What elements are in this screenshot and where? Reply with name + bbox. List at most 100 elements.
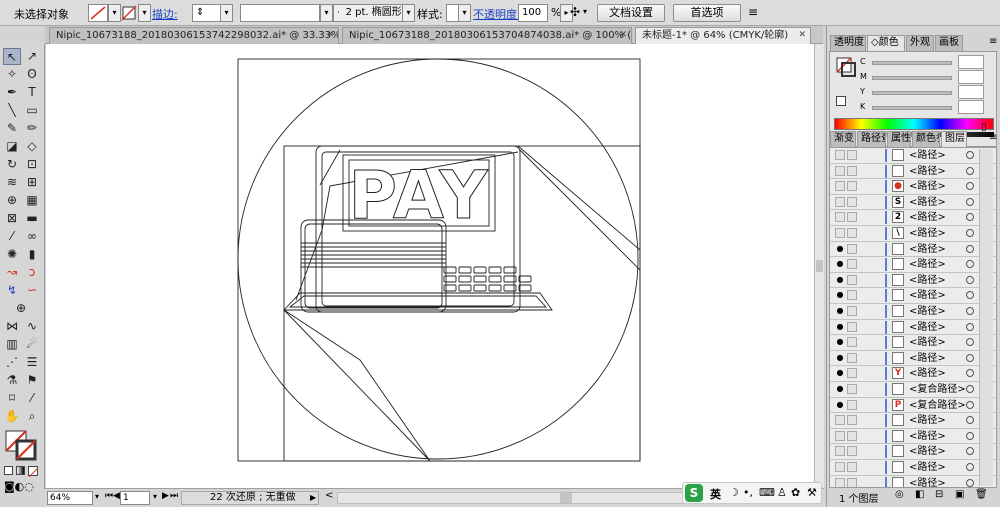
- symbol-sprayer-tool-icon[interactable]: ✺: [3, 246, 21, 263]
- visibility-toggle[interactable]: [835, 430, 845, 441]
- target-circle-icon[interactable]: [966, 213, 974, 222]
- eye-icon[interactable]: ●: [835, 290, 845, 300]
- tab-appearance[interactable]: 外观: [906, 35, 934, 51]
- visibility-toggle[interactable]: [835, 415, 845, 426]
- zoom-field[interactable]: 64%: [47, 491, 93, 505]
- layer-row[interactable]: ● <路径>: [830, 241, 996, 258]
- lock-toggle[interactable]: [847, 196, 857, 207]
- eye-icon[interactable]: ●: [835, 322, 845, 332]
- pen-tool-icon[interactable]: ✒: [3, 84, 21, 101]
- panel-menu-icon[interactable]: ≡: [989, 36, 997, 47]
- lock-toggle[interactable]: [847, 384, 857, 394]
- tab-attributes[interactable]: 属性: [887, 131, 911, 147]
- blend-tool-icon[interactable]: ∞: [23, 228, 41, 245]
- column-graph-tool-icon[interactable]: ▮: [23, 246, 41, 263]
- eye-icon[interactable]: ●: [835, 337, 845, 347]
- recolor-icon[interactable]: ✣: [570, 5, 580, 19]
- layer-row[interactable]: <路径>: [830, 148, 996, 164]
- lock-toggle[interactable]: [847, 306, 857, 316]
- visibility-toggle[interactable]: [835, 228, 845, 238]
- target-circle-icon[interactable]: [966, 478, 974, 487]
- target-circle-icon[interactable]: [966, 197, 974, 206]
- target-circle-icon[interactable]: [966, 400, 974, 409]
- visibility-toggle[interactable]: [835, 181, 845, 192]
- lock-toggle[interactable]: [847, 228, 857, 238]
- panel-menu-icon[interactable]: ≡: [989, 132, 997, 143]
- mesh-tool-icon[interactable]: ⊠: [3, 210, 21, 227]
- lock-toggle[interactable]: [847, 462, 857, 472]
- visibility-toggle[interactable]: [835, 150, 845, 160]
- visibility-toggle[interactable]: [835, 462, 845, 472]
- target-circle-icon[interactable]: [966, 431, 974, 440]
- target-circle-icon[interactable]: [966, 353, 974, 362]
- visibility-toggle[interactable]: [835, 477, 845, 487]
- tab-pathfinder[interactable]: 路径查: [857, 131, 886, 147]
- layer-row[interactable]: <路径>: [830, 475, 996, 487]
- layer-row[interactable]: <路径>: [830, 428, 996, 445]
- lock-toggle[interactable]: [847, 415, 857, 426]
- target-circle-icon[interactable]: [966, 182, 974, 191]
- crop-tool-icon[interactable]: ⌑: [3, 390, 21, 407]
- tab-layers[interactable]: 图层: [941, 131, 967, 147]
- tab-document-1[interactable]: Nipic_10673188_20180306153742298032.ai* …: [49, 27, 339, 44]
- stroke-dropdown[interactable]: ▾: [138, 4, 151, 22]
- target-circle-icon[interactable]: [966, 338, 974, 347]
- layer-row[interactable]: ● Y <路径>: [830, 366, 996, 382]
- layer-row[interactable]: <路径>: [830, 163, 996, 180]
- tab-color-guide[interactable]: 颜色参: [912, 131, 940, 147]
- lock-toggle[interactable]: [847, 150, 857, 160]
- target-circle-icon[interactable]: [966, 447, 974, 456]
- target-circle-icon[interactable]: [966, 260, 974, 269]
- gradient-mode-icon[interactable]: [16, 466, 25, 475]
- white-swatch-icon[interactable]: ▯: [981, 122, 987, 133]
- target-circle-icon[interactable]: [966, 385, 974, 393]
- next-page-icon[interactable]: ▶: [162, 491, 169, 501]
- tab-document-2[interactable]: Nipic_10673188_20180306153704874038.ai* …: [342, 27, 632, 44]
- lock-toggle[interactable]: [847, 430, 857, 441]
- live-paint-tool-icon[interactable]: ⚗: [3, 372, 21, 389]
- tab-document-3[interactable]: 未标题-1* @ 64% (CMYK/轮廓) ✕: [635, 27, 811, 44]
- lock-toggle[interactable]: [847, 212, 857, 223]
- paintbrush-tool-icon[interactable]: ✎: [3, 120, 21, 137]
- align-tool-icon[interactable]: ☰: [23, 354, 41, 371]
- hscroll-thumb[interactable]: [560, 493, 572, 503]
- zoom-dropdown-icon[interactable]: ▾: [95, 492, 99, 501]
- target-circle-icon[interactable]: [966, 463, 974, 471]
- ime-logo-icon[interactable]: S: [685, 484, 703, 502]
- moon-icon[interactable]: ☽: [729, 486, 739, 499]
- close-icon[interactable]: ✕: [619, 28, 627, 43]
- page-dropdown-icon[interactable]: ▾: [153, 492, 157, 501]
- target-circle-icon[interactable]: [966, 151, 974, 159]
- layer-row[interactable]: <路径>: [830, 413, 996, 429]
- layer-row[interactable]: ● <路径>: [830, 335, 996, 351]
- stroke-weight-dropdown[interactable]: ▾: [220, 4, 233, 22]
- delete-layer-icon[interactable]: 🗑: [975, 489, 988, 500]
- slice-tool-icon[interactable]: ⋈: [3, 318, 21, 335]
- tab-transparency[interactable]: 透明度: [830, 35, 866, 51]
- layers-scrollbar[interactable]: [979, 149, 993, 486]
- eye-icon[interactable]: ●: [835, 306, 845, 316]
- target-circle-icon[interactable]: [966, 322, 974, 331]
- lock-toggle[interactable]: [847, 274, 857, 285]
- visibility-toggle[interactable]: [835, 212, 845, 223]
- new-sublayer-icon[interactable]: ⊟: [935, 489, 943, 500]
- layer-row[interactable]: <路径>: [830, 444, 996, 460]
- eraser-tool-icon[interactable]: ◇: [23, 138, 41, 155]
- direct-selection-tool-icon[interactable]: ↗: [23, 48, 41, 65]
- close-icon[interactable]: ✕: [798, 28, 806, 43]
- layer-row[interactable]: ● <路径>: [830, 179, 996, 195]
- fill-swatch[interactable]: [88, 4, 108, 22]
- type-tool-icon[interactable]: T: [23, 84, 41, 101]
- eye-icon[interactable]: ●: [835, 400, 845, 410]
- gradient-tool-icon[interactable]: ▬: [23, 210, 41, 227]
- layer-row[interactable]: 2 <路径>: [830, 210, 996, 226]
- prev-page-icon[interactable]: ◀: [113, 491, 120, 501]
- layer-row[interactable]: <路径>: [830, 460, 996, 476]
- first-page-icon[interactable]: ⏮: [105, 491, 113, 501]
- target-circle-icon[interactable]: [966, 369, 974, 378]
- crystallize-tool-icon[interactable]: ☄: [23, 336, 41, 353]
- line-tool-icon[interactable]: ╲: [3, 102, 21, 119]
- close-icon[interactable]: ✕: [326, 28, 334, 43]
- make-clipping-mask-icon[interactable]: ◧: [915, 489, 924, 500]
- lock-toggle[interactable]: [847, 352, 857, 363]
